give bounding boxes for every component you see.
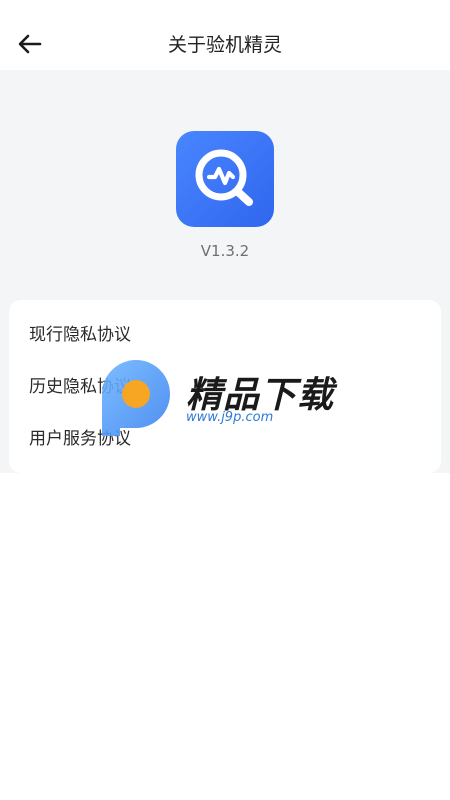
version-label: V1.3.2 [200, 242, 250, 260]
watermark-url: www.j9p.com [186, 410, 274, 425]
about-screen: 关于验机精灵 V1.3.2 现行隐私协议 历史隐私协议 用户服务协议 精品下载 … [0, 0, 450, 800]
magnifier-pulse-icon [195, 149, 253, 206]
watermark: 精品下载 www.j9p.com [98, 356, 358, 442]
app-logo [176, 131, 274, 227]
page-title: 关于验机精灵 [167, 34, 282, 56]
header-bar: 关于验机精灵 [0, 0, 450, 70]
current-privacy-policy-link[interactable]: 现行隐私协议 [29, 321, 421, 349]
watermark-logo [102, 360, 170, 436]
